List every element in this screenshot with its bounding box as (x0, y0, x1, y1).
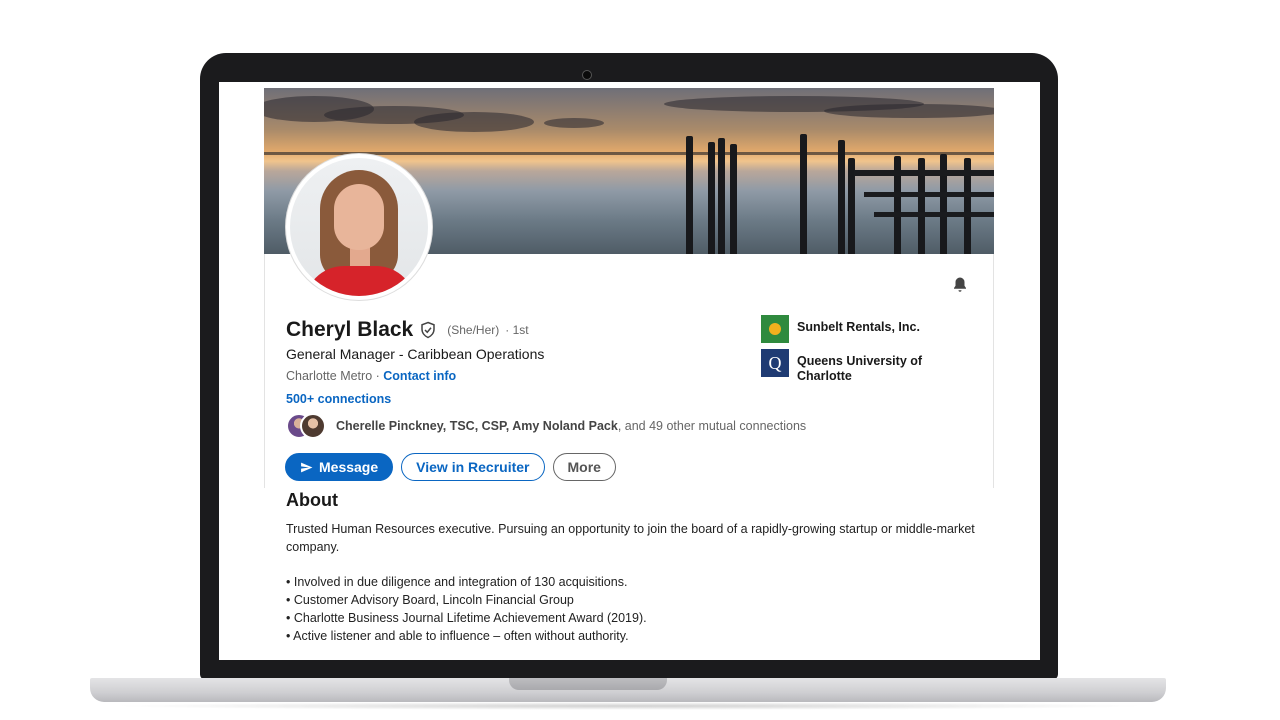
connection-degree: · 1st (505, 323, 529, 337)
view-in-recruiter-button[interactable]: View in Recruiter (401, 453, 545, 481)
location-row: Charlotte Metro · Contact info (286, 369, 456, 383)
laptop-shadow (110, 702, 1150, 710)
webcam (582, 70, 592, 80)
about-body: Trusted Human Resources executive. Pursu… (286, 520, 976, 645)
mutual-connections[interactable]: Cherelle Pinckney, TSC, CSP, Amy Noland … (286, 413, 806, 439)
screen-bottom-bezel (219, 660, 1040, 680)
bell-icon[interactable] (950, 276, 970, 296)
school-name: Queens University of Charlotte (797, 354, 923, 383)
experience-education-summary: Sunbelt Rentals, Inc. Q Queens Universit… (761, 315, 927, 390)
company-name: Sunbelt Rentals, Inc. (797, 320, 920, 334)
connections-link[interactable]: 500+ connections (286, 392, 391, 406)
sunbelt-logo (761, 315, 789, 343)
list-item: Charlotte Business Journal Lifetime Achi… (286, 609, 976, 627)
avatar (300, 413, 326, 439)
name-row: Cheryl Black (She/Her) · 1st (286, 318, 529, 342)
shield-check-icon[interactable] (419, 321, 437, 339)
profile-actions: Message View in Recruiter More (285, 453, 616, 481)
more-button[interactable]: More (552, 453, 616, 481)
contact-info-link[interactable]: Contact info (383, 369, 456, 383)
message-button[interactable]: Message (285, 453, 394, 481)
mutual-connections-text: Cherelle Pinckney, TSC, CSP, Amy Noland … (336, 419, 806, 433)
profile-name: Cheryl Black (286, 318, 414, 341)
queens-university-logo: Q (761, 349, 789, 377)
paper-plane-icon (301, 462, 313, 472)
mutual-rest: , and 49 other mutual connections (617, 419, 807, 433)
list-item: Active listener and able to influence – … (286, 627, 976, 645)
about-bullets: Involved in due diligence and integratio… (286, 573, 976, 645)
profile-location: Charlotte Metro (286, 369, 373, 383)
company-sunbelt[interactable]: Sunbelt Rentals, Inc. (761, 315, 927, 343)
laptop-screen: Cheryl Black (She/Her) · 1st General Man… (219, 82, 1040, 660)
pronouns: (She/Her) (447, 323, 500, 337)
location-separator: · (372, 369, 384, 383)
profile-headline: General Manager - Caribbean Operations (286, 346, 545, 362)
about-summary: Trusted Human Resources executive. Pursu… (286, 522, 975, 554)
about-heading: About (286, 490, 338, 510)
school-queens[interactable]: Q Queens University of Charlotte (761, 349, 927, 384)
list-item: Customer Advisory Board, Lincoln Financi… (286, 591, 976, 609)
list-item: Involved in due diligence and integratio… (286, 573, 976, 591)
laptop-notch (509, 678, 667, 690)
mutual-avatars (286, 413, 328, 439)
profile-card: Cheryl Black (She/Her) · 1st General Man… (264, 88, 994, 660)
profile-avatar[interactable] (286, 154, 432, 300)
message-button-label: Message (319, 459, 379, 475)
mutual-names: Cherelle Pinckney, TSC, CSP, Amy Noland … (336, 419, 618, 433)
